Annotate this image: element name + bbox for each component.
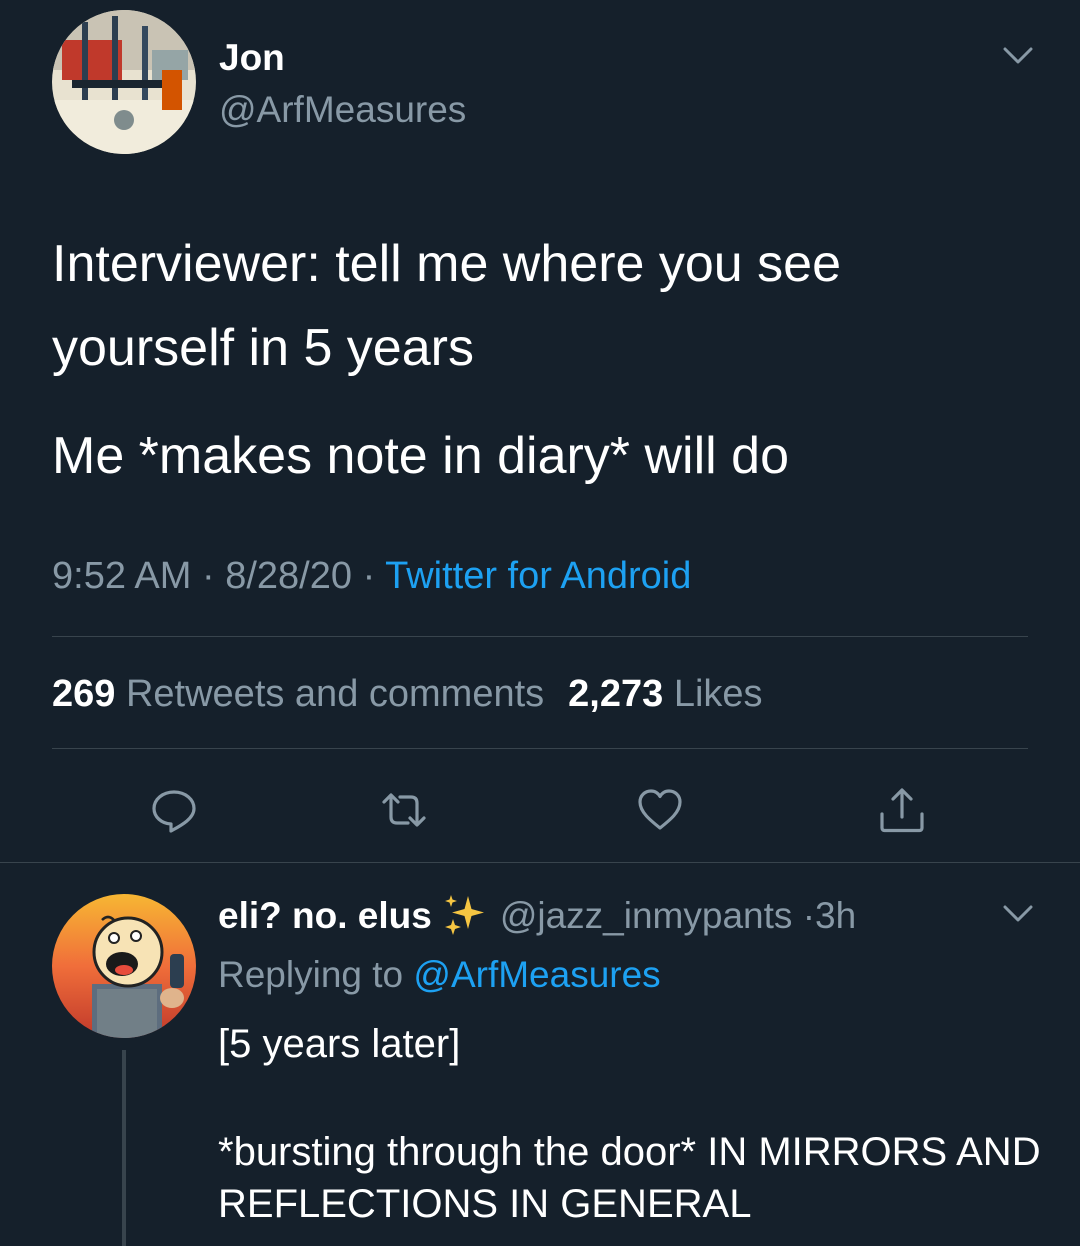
reply-header: eli? no. elus @jazz_inmypants ·3h	[218, 892, 856, 939]
likes-count: 2,273	[568, 673, 664, 715]
tweet-text: Interviewer: tell me where you see yours…	[52, 222, 1032, 498]
reply-author-name[interactable]: eli? no. elus	[218, 895, 432, 936]
reply-age[interactable]: 3h	[815, 895, 856, 936]
author-name[interactable]: Jon	[219, 36, 285, 80]
replying-to: Replying to @ArfMeasures	[218, 952, 661, 998]
meta-separator: ·	[362, 555, 376, 597]
likes-label: Likes	[673, 673, 763, 715]
reply-author-handle[interactable]: @jazz_inmypants	[500, 895, 793, 936]
tweet-separator	[0, 862, 1080, 863]
replying-prefix: Replying to	[218, 954, 404, 995]
chevron-down-icon[interactable]	[1003, 46, 1033, 66]
reply-text: [5 years later] *bursting through the do…	[218, 1018, 1058, 1230]
reply-separator: ·	[802, 895, 816, 936]
divider	[52, 748, 1028, 749]
likes-stat[interactable]: 2,273 Likes	[568, 673, 762, 715]
share-icon[interactable]	[878, 786, 926, 834]
reply-avatar[interactable]	[52, 894, 196, 1038]
tweet-text-line: Interviewer: tell me where you see yours…	[52, 235, 842, 377]
author-avatar[interactable]	[52, 10, 196, 154]
retweets-label: Retweets and comments	[125, 673, 545, 715]
avatar-image	[52, 894, 196, 1038]
divider	[52, 636, 1028, 637]
chevron-down-icon[interactable]	[1003, 904, 1033, 924]
reply-icon[interactable]	[150, 786, 198, 834]
avatar-image	[52, 10, 196, 154]
retweets-count: 269	[52, 673, 116, 715]
tweet-time: 9:52 AM	[52, 555, 192, 597]
meta-separator: ·	[201, 555, 215, 597]
tweet-source-link[interactable]: Twitter for Android	[385, 555, 691, 597]
reply-text-line: [5 years later]	[218, 1022, 461, 1066]
replying-mention-link[interactable]: @ArfMeasures	[413, 954, 660, 995]
tweet-text-line: Me *makes note in diary* will do	[52, 427, 789, 485]
retweets-stat[interactable]: 269 Retweets and comments	[52, 673, 544, 715]
author-handle[interactable]: @ArfMeasures	[219, 88, 466, 132]
tweet-meta: 9:52 AM · 8/28/20 · Twitter for Android	[52, 552, 691, 600]
sparkles-icon	[444, 895, 484, 935]
like-icon[interactable]	[636, 786, 684, 834]
reply-text-line: *bursting through the door* IN MIRRORS A…	[218, 1130, 1041, 1226]
thread-line	[122, 1050, 126, 1246]
tweet-stats: 269 Retweets and comments 2,273 Likes	[52, 670, 763, 718]
tweet-date[interactable]: 8/28/20	[225, 555, 352, 597]
retweet-icon[interactable]	[380, 786, 428, 834]
